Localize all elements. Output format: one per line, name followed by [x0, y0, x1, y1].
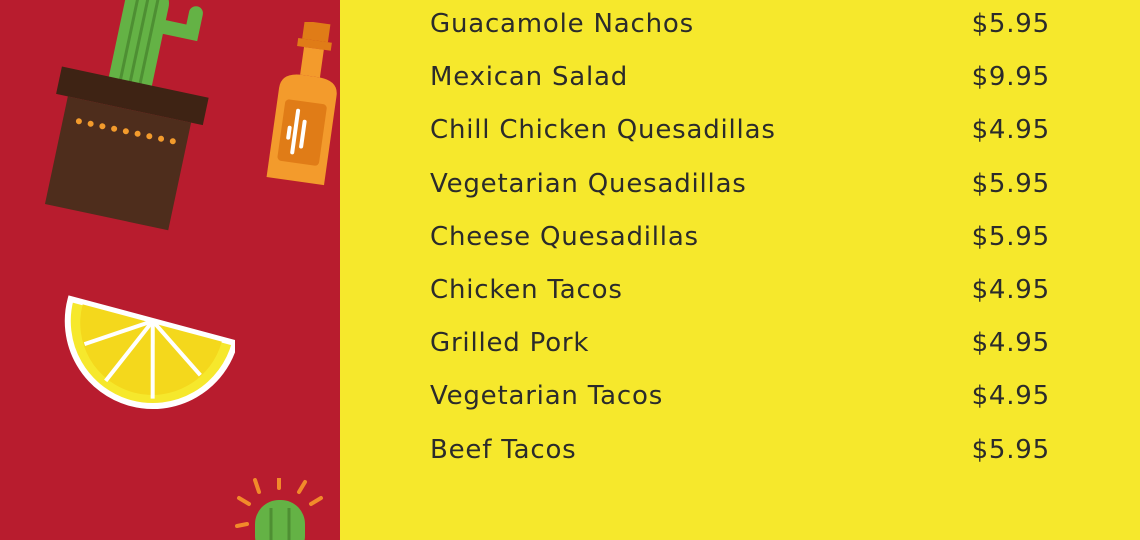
menu-item-price: $5.95 [971, 168, 1050, 199]
lemon-slice-icon [64, 295, 235, 409]
menu-item-name: Beef Tacos [430, 434, 577, 465]
menu-item-name: Guacamole Nachos [430, 9, 694, 39]
menu-item: Grilled Pork $4.95 [430, 323, 1050, 363]
menu-item-name: Vegetarian Tacos [430, 381, 664, 412]
menu-item-price: $4.95 [971, 275, 1050, 305]
menu-item: Vegetarian Tacos $4.95 [430, 376, 1050, 416]
menu-item: Beef Tacos $5.95 [430, 430, 1050, 470]
menu-item-name: Cheese Quesadillas [430, 221, 699, 252]
menu-item-price: $5.95 [971, 434, 1050, 465]
menu-item: Chicken Tacos $4.95 [430, 270, 1050, 310]
menu-item: Chill Chicken Quesadillas $4.95 [430, 110, 1050, 150]
menu-item: Vegetarian Quesadillas $5.95 [430, 164, 1050, 204]
decorative-panel [0, 0, 340, 540]
menu-item-name: Vegetarian Quesadillas [430, 168, 747, 199]
menu-item-name: Grilled Pork [430, 328, 590, 359]
small-cactus-icon [235, 478, 323, 540]
menu-item: Cheese Quesadillas $5.95 [430, 217, 1050, 257]
menu-panel: Guacamole Nachos $5.95 Mexican Salad $9.95 C… [340, 0, 1140, 540]
menu-item-price: $5.95 [971, 221, 1050, 252]
menu-item: Mexican Salad $9.95 [430, 57, 1050, 97]
menu-item-price: $4.95 [971, 381, 1050, 412]
menu-item-name: Mexican Salad [430, 62, 629, 93]
bottle-icon [266, 22, 337, 186]
menu-item-price: $9.95 [971, 62, 1050, 93]
menu-item-price: $5.95 [971, 9, 1050, 39]
menu-item-price: $4.95 [971, 328, 1050, 359]
menu-item: Guacamole Nachos $5.95 [430, 4, 1050, 44]
menu-item-name: Chill Chicken Quesadillas [430, 115, 776, 146]
menu-item-name: Chicken Tacos [430, 275, 623, 305]
menu-item-price: $4.95 [971, 115, 1050, 146]
potted-cactus-icon [44, 0, 209, 231]
